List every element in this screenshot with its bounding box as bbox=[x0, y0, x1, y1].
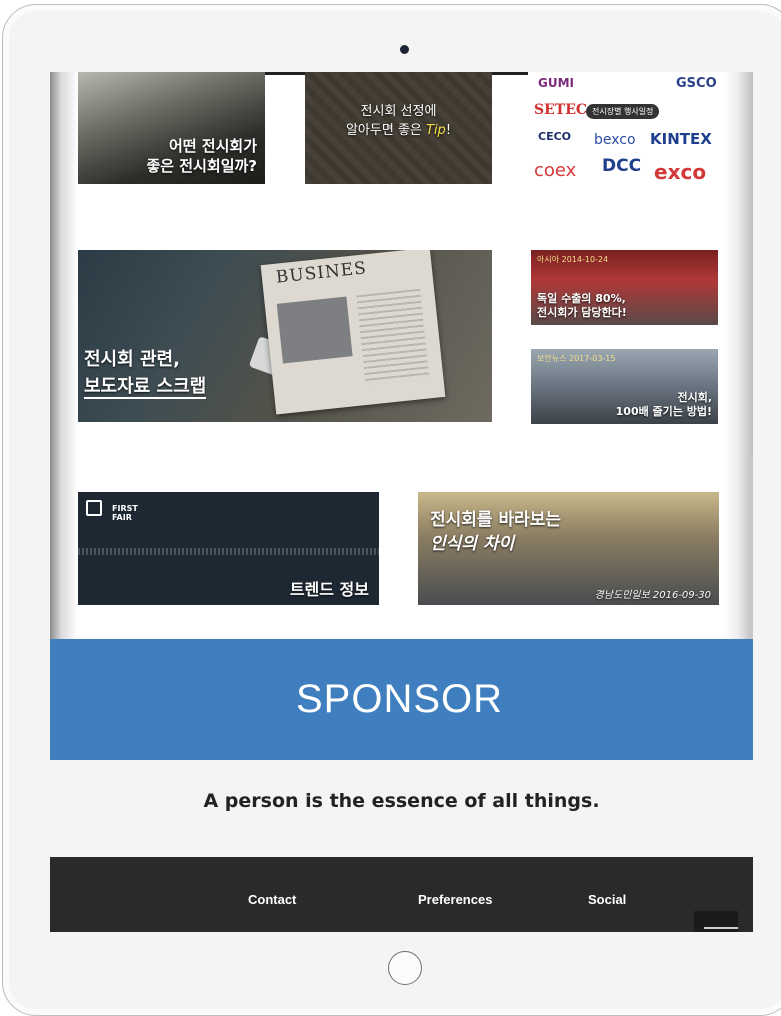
tile-export-share-caption: 독일 수출의 80%, 전시회가 담당한다! bbox=[537, 292, 627, 320]
tile-enjoy-exhibition[interactable]: 보안뉴스 2017-03-15 전시회, 100배 즐기는 방법! bbox=[531, 349, 718, 424]
camera-icon bbox=[400, 45, 409, 54]
caption-line-1: 전시회 관련, bbox=[84, 349, 180, 370]
caption-line-2: 좋은 전시회일까? bbox=[146, 157, 257, 175]
tile-press-scrap-caption: 전시회 관련, 보도자료 스크랩 bbox=[84, 346, 207, 400]
newspaper-photo bbox=[276, 296, 353, 364]
kintex-logo: KINTEX bbox=[650, 130, 712, 148]
gumi-logo: GUMI bbox=[538, 76, 574, 90]
caption-line-1: 독일 수출의 80%, bbox=[537, 292, 626, 305]
caption-line-2: 보도자료 스크랩 bbox=[84, 376, 207, 399]
tile-perception-gap[interactable]: 전시회를 바라보는 인식의 차이 경남도민일보 2016-09-30 bbox=[418, 492, 719, 605]
bexco-logo: bexco bbox=[594, 132, 636, 148]
sponsor-title: SPONSOR bbox=[295, 677, 504, 721]
newspaper-headline: BUSINES bbox=[274, 258, 368, 288]
newspaper-column bbox=[356, 288, 430, 385]
tablet-screen: 어떤 전시회가 좋은 전시회일까? 전시회 선정에 알아두면 좋은 Tip! G… bbox=[50, 72, 753, 932]
source-date: 보안뉴스 2017-03-15 bbox=[537, 354, 616, 363]
trend-title: 트렌드 정보 bbox=[289, 580, 369, 599]
schedule-badge: 전시장별 행사일정 bbox=[586, 104, 660, 119]
caption-line-1: 전시회 선정에 bbox=[360, 104, 437, 119]
decorative-stripe bbox=[78, 548, 379, 555]
footer-link-preferences[interactable]: Preferences bbox=[418, 892, 492, 907]
caption-line-1: 전시회를 바라보는 bbox=[430, 510, 562, 530]
tile-exhibition-quality-caption: 어떤 전시회가 좋은 전시회일까? bbox=[146, 136, 257, 176]
tile-exhibition-quality[interactable]: 어떤 전시회가 좋은 전시회일까? bbox=[78, 72, 265, 184]
underline-icon bbox=[704, 927, 738, 929]
source-date: 아시아 2014-10-24 bbox=[537, 255, 609, 264]
tile-exhibition-tip[interactable]: 전시회 선정에 알아두면 좋은 Tip! bbox=[305, 72, 492, 184]
caption-line-2: 알아두면 좋은 Tip! bbox=[305, 121, 492, 140]
caption-line-1: 어떤 전시회가 bbox=[168, 137, 257, 155]
scroll-to-top-button[interactable] bbox=[694, 911, 738, 932]
footer-link-contact[interactable]: Contact bbox=[248, 892, 296, 907]
footer-link-social[interactable]: Social bbox=[588, 892, 626, 907]
tile-export-share[interactable]: 아시아 2014-10-24 독일 수출의 80%, 전시회가 담당한다! bbox=[531, 250, 718, 325]
tile-exhibition-tip-caption: 전시회 선정에 알아두면 좋은 Tip! bbox=[305, 102, 492, 140]
tile-press-scrap[interactable]: BUSINES 전시회 관련, 보도자료 스크랩 bbox=[78, 250, 492, 422]
gsco-logo: GSCO bbox=[676, 76, 717, 91]
coex-logo: coex bbox=[534, 160, 577, 181]
newspaper-image: BUSINES bbox=[260, 250, 446, 415]
ceco-logo: CECO bbox=[538, 130, 572, 143]
tile-venue-logos[interactable]: GUMI GSCO SETEC 전시장별 행사일정 CECO bexco KIN… bbox=[528, 72, 723, 184]
setec-logo: SETEC bbox=[534, 102, 588, 118]
caption-line-1: 전시회, bbox=[677, 391, 712, 404]
tile-perception-caption: 전시회를 바라보는 인식의 차이 bbox=[430, 508, 561, 556]
tip-highlight: Tip bbox=[426, 123, 446, 138]
caption-prefix: 알아두면 좋은 bbox=[345, 123, 426, 138]
motto-text: A person is the essence of all things. bbox=[203, 790, 600, 812]
footer: Contact Preferences Social bbox=[50, 857, 753, 932]
tile-enjoy-exhibition-caption: 전시회, 100배 즐기는 방법! bbox=[616, 391, 712, 419]
caption-line-2: 100배 즐기는 방법! bbox=[615, 405, 712, 418]
home-button[interactable] bbox=[388, 951, 422, 985]
exco-logo: exco bbox=[654, 160, 707, 184]
caption-suffix: ! bbox=[445, 123, 452, 138]
first-fair-logo-icon bbox=[86, 500, 102, 516]
source-credit: 경남도민일보 2016-09-30 bbox=[594, 590, 712, 601]
dcc-logo: DCC bbox=[602, 156, 642, 176]
motto-section: A person is the essence of all things. bbox=[50, 760, 753, 857]
brand-line-1: FIRST bbox=[112, 504, 138, 513]
caption-line-2: 인식의 차이 bbox=[430, 534, 515, 554]
sponsor-banner: SPONSOR bbox=[50, 639, 753, 760]
caption-line-2: 전시회가 담당한다! bbox=[537, 306, 627, 319]
tile-trend-info[interactable]: FIRST FAIR 트렌드 정보 bbox=[78, 492, 379, 605]
brand-line-2: FAIR bbox=[112, 513, 132, 522]
